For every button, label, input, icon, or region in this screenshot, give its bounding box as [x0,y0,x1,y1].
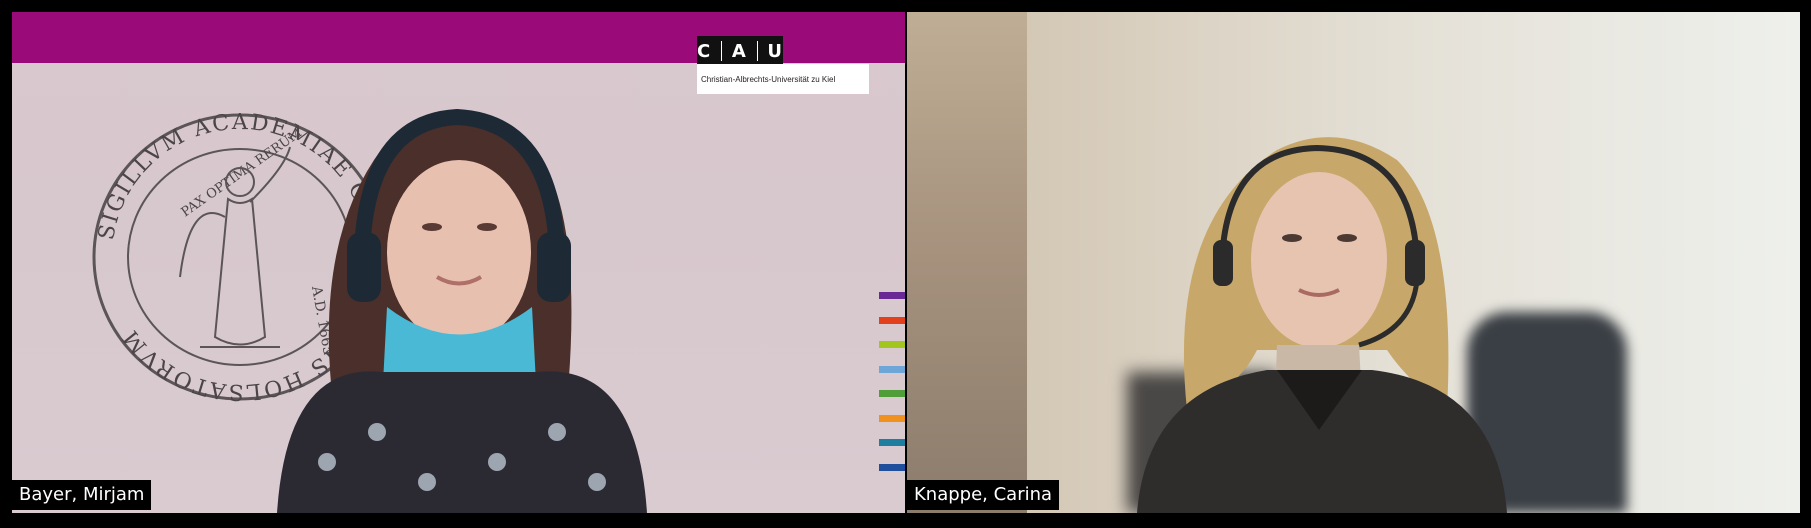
video-tile-bayer[interactable]: C A U Christian-Albrechts-Universität zu… [12,12,905,513]
color-stripes [879,292,905,488]
background-blur-left [907,12,1027,513]
color-stripe [879,463,905,471]
logo-subtitle: Christian-Albrechts-Universität zu Kiel [697,64,869,94]
participant-video-bayer [277,108,647,513]
participant-name-label: Knappe, Carina [907,480,1060,510]
logo-letter-c: C [697,40,712,62]
logo-letter-a: A [731,40,747,62]
color-stripe [879,390,905,397]
participant-name-label: Bayer, Mirjam [12,480,152,510]
participant-video-knappe [1137,137,1507,513]
video-tile-knappe[interactable]: Knappe, Carina [907,12,1800,513]
color-stripe [879,365,905,373]
color-stripe [879,414,905,422]
logo-letter-u: U [767,40,783,62]
cau-logo: C A U [697,36,783,66]
color-stripe [879,316,905,324]
color-stripe [879,341,905,348]
color-stripe [879,292,905,299]
color-stripe [879,439,905,446]
